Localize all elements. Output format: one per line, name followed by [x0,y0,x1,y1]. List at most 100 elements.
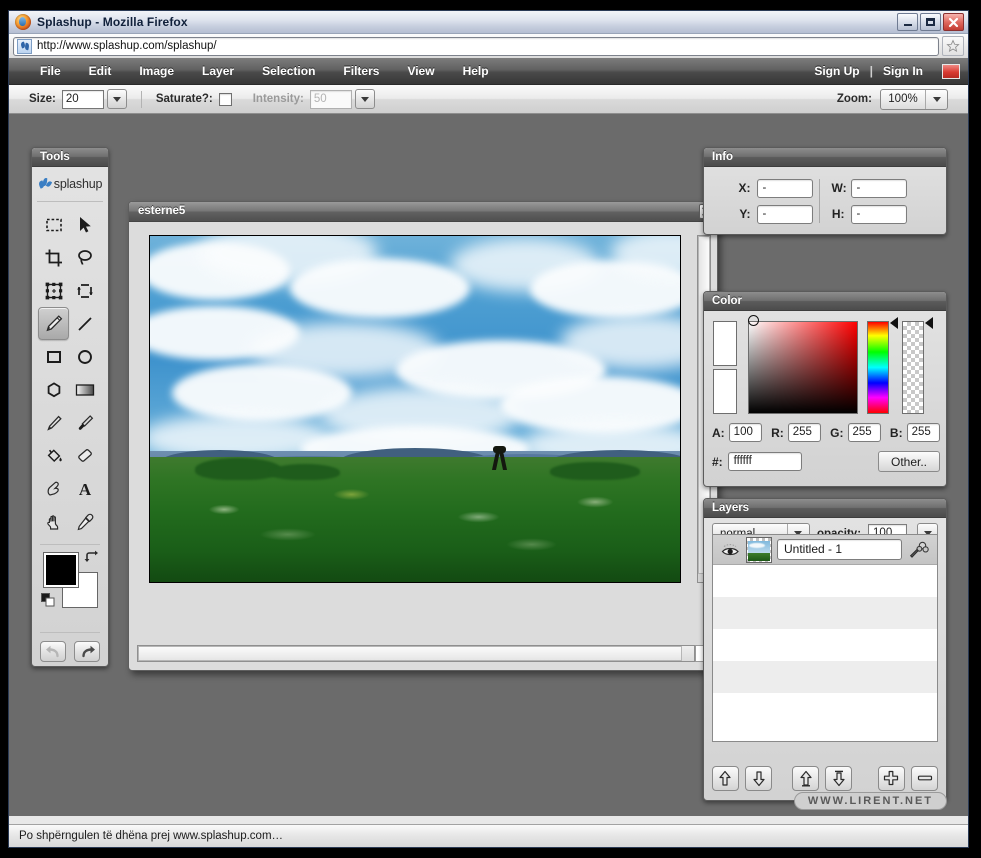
size-dropdown-button[interactable] [106,89,127,109]
close-button[interactable] [943,13,964,31]
lasso-tool[interactable] [69,241,100,274]
smudge-tool[interactable] [38,472,69,505]
text-tool[interactable]: A [69,472,100,505]
alpha-input[interactable]: 100 [728,423,763,442]
add-layer-button[interactable] [877,765,905,791]
zoom-dropdown-button[interactable] [926,96,947,102]
color-panel-body: A: 100 R: 255 G: 255 B: 255 #: ffffff Ot… [704,311,946,487]
maximize-icon [926,18,935,26]
other-color-button[interactable]: Other.. [878,451,940,472]
menu-filters[interactable]: Filters [329,58,393,84]
layers-list[interactable]: Untitled - 1 [712,534,938,742]
hex-input[interactable]: ffffff [727,452,802,471]
reset-colors-icon [41,593,55,607]
move-layer-up-button[interactable] [712,765,739,791]
move-layer-down-button[interactable] [745,765,773,791]
sign-in-link[interactable]: Sign In [873,58,933,84]
hue-slider[interactable] [867,321,889,414]
undo-button[interactable] [40,641,66,662]
layer-effects-button[interactable] [907,541,931,559]
address-bar[interactable]: http://www.splashup.com/splashup/ [13,36,939,56]
hand-tool[interactable] [38,505,69,538]
pencil-tool[interactable] [38,307,69,340]
rotate-arrows-icon [76,283,93,298]
chevron-down-icon [112,96,121,102]
info-h-value: - [850,204,907,224]
intensity-input[interactable]: 50 [309,89,352,109]
rectangle-tool[interactable] [38,340,69,373]
browser-titlebar: Splashup - Mozilla Firefox [9,11,968,34]
image-window-titlebar[interactable]: esterne5 [129,202,717,222]
move-tool[interactable] [69,208,100,241]
tools-panel-title: Tools [32,148,108,167]
layer-thumbnail[interactable] [746,536,772,563]
minimize-icon [903,24,912,26]
sharpen-tool[interactable] [38,406,69,439]
bookmark-star-button[interactable] [942,36,964,56]
red-input[interactable]: 255 [787,423,822,442]
size-stepper[interactable]: 20 [61,89,127,109]
canvas-horizontal-scrollbar[interactable] [137,645,695,662]
status-text: Po shpërngulen të dhëna prej www.splashu… [19,830,284,842]
scrollbar-thumb[interactable] [138,646,682,661]
marquee-select-tool[interactable] [38,208,69,241]
polygon-tool[interactable] [38,373,69,406]
layer-visibility-toggle[interactable] [719,543,741,557]
brush-tool[interactable] [69,406,100,439]
layer-row[interactable]: Untitled - 1 [713,535,937,565]
language-flag-button[interactable] [942,63,960,79]
layer-name-input[interactable]: Untitled - 1 [777,539,902,560]
alpha-slider[interactable] [902,321,924,414]
maximize-button[interactable] [920,13,941,31]
ellipse-tool[interactable] [69,340,100,373]
intensity-stepper[interactable]: 50 [309,89,375,109]
delete-layer-button[interactable] [911,765,938,791]
menu-help[interactable]: Help [449,58,503,84]
transform-tool[interactable] [38,274,69,307]
zoom-value: 100% [888,93,918,105]
reset-colors-button[interactable] [41,593,56,611]
menu-file[interactable]: File [26,58,75,84]
intensity-label: Intensity: [252,93,304,105]
menu-layer[interactable]: Layer [188,58,248,84]
sign-up-link[interactable]: Sign Up [804,58,869,84]
intensity-dropdown-button[interactable] [354,89,375,109]
saturate-checkbox[interactable] [218,92,232,106]
foreground-color-swatch[interactable] [43,552,79,588]
gradient-tool[interactable] [69,373,100,406]
line-tool[interactable] [69,307,100,340]
green-input[interactable]: 255 [847,423,881,442]
arrow-cursor-icon [79,216,91,232]
rotate-tool[interactable] [69,274,100,307]
tools-panel: Tools splashup A [31,147,109,667]
redo-button[interactable] [74,641,100,662]
swap-colors-button[interactable] [83,549,99,568]
size-input[interactable]: 20 [61,89,104,109]
eyedropper-tool[interactable] [69,505,100,538]
crop-tool[interactable] [38,241,69,274]
image-document-window[interactable]: esterne5 [128,201,718,671]
info-left-column: X: - Y: - [710,178,819,224]
menu-selection[interactable]: Selection [248,58,329,84]
move-layer-top-button[interactable] [792,765,820,791]
menu-edit[interactable]: Edit [75,58,126,84]
hue-slider-marker[interactable] [890,317,898,329]
zoom-select[interactable]: 100% [880,88,948,110]
color-preview-previous[interactable] [713,369,737,414]
blue-input[interactable]: 255 [906,423,940,442]
menu-image[interactable]: Image [125,58,188,84]
paint-bucket-tool[interactable] [38,439,69,472]
image-canvas[interactable] [149,235,681,583]
splashup-splat-icon [37,177,52,191]
alpha-slider-marker[interactable] [925,317,933,329]
plus-icon [884,770,899,786]
firefox-logo-icon [15,14,31,30]
chevron-down-icon [932,96,941,102]
menu-view[interactable]: View [393,58,448,84]
color-preview-current[interactable] [713,321,737,366]
saturation-value-field[interactable] [748,321,858,414]
color-picker-cursor[interactable] [748,315,759,326]
eraser-tool[interactable] [69,439,100,472]
move-layer-bottom-button[interactable] [825,765,853,791]
minimize-button[interactable] [897,13,918,31]
